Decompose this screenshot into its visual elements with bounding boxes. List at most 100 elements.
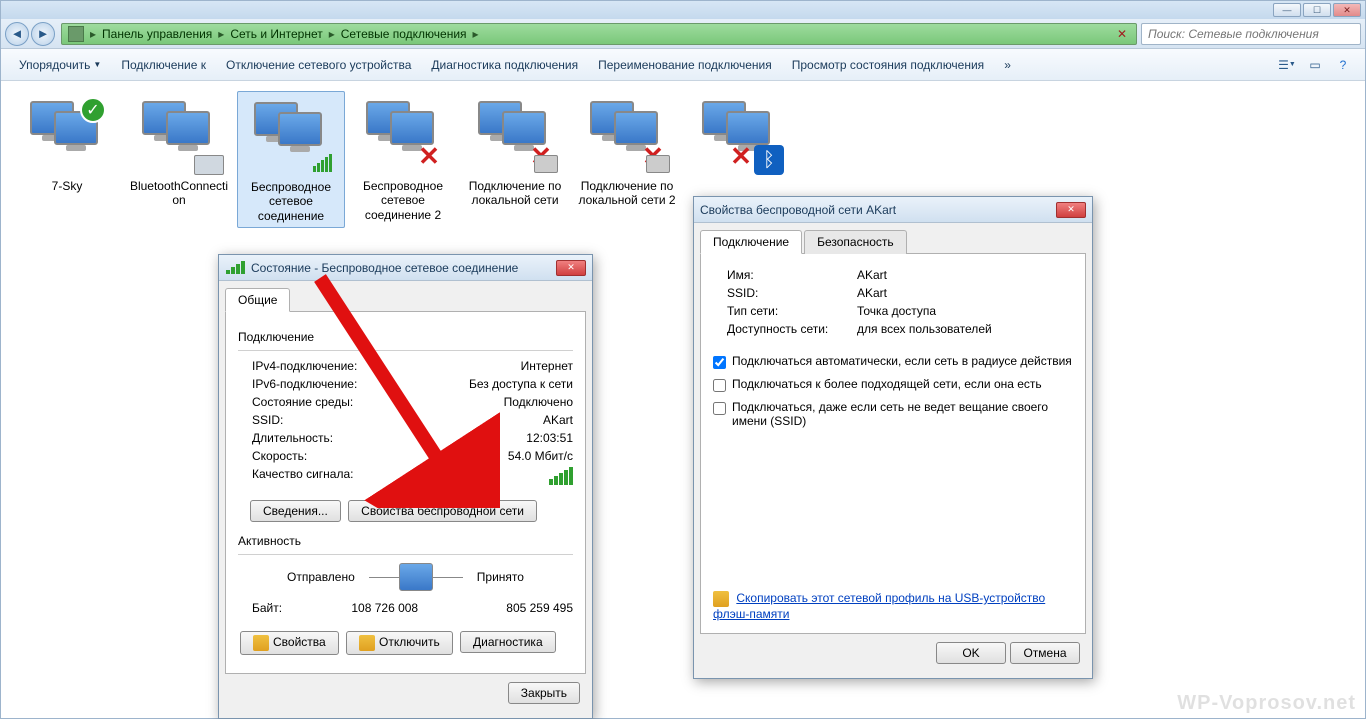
shield-icon <box>253 635 269 651</box>
tab-general[interactable]: Общие <box>225 288 290 312</box>
chevron-right-icon: ▸ <box>471 27 481 41</box>
connection-item-lan[interactable]: ✕ Подключение по локальной сети <box>461 91 569 212</box>
connect-auto-checkbox[interactable] <box>713 356 726 369</box>
copy-profile-link[interactable]: Скопировать этот сетевой профиль на USB-… <box>713 591 1045 621</box>
connection-icon: ✕ <box>470 95 560 175</box>
breadcrumb-item[interactable]: Сетевые подключения <box>337 27 471 41</box>
diagnose-button[interactable]: Диагностика подключения <box>421 54 588 76</box>
tab-connection[interactable]: Подключение <box>700 230 802 254</box>
ipv4-label: IPv4-подключение: <box>252 359 392 373</box>
connect-to-button[interactable]: Подключение к <box>111 54 216 76</box>
close-dialog-button[interactable]: Закрыть <box>508 682 580 704</box>
connection-item-lan2[interactable]: ✕ Подключение по локальной сети 2 <box>573 91 681 212</box>
name-value: AKart <box>857 268 1073 282</box>
folder-icon <box>68 26 84 42</box>
view-status-button[interactable]: Просмотр состояния подключения <box>782 54 994 76</box>
ssid-label: SSID: <box>252 413 392 427</box>
connection-item-wireless2[interactable]: ✕ Беспроводное сетевое соединение 2 <box>349 91 457 226</box>
sent-label: Отправлено <box>273 570 369 584</box>
connection-label: Беспроводное сетевое соединение <box>240 180 342 223</box>
rename-button[interactable]: Переименование подключения <box>588 54 782 76</box>
tab-strip: Общие <box>225 287 586 312</box>
connection-label: 7-Sky <box>15 179 119 193</box>
connection-icon: ✕ <box>358 95 448 175</box>
maximize-button[interactable]: ☐ <box>1303 3 1331 17</box>
connect-auto-label: Подключаться автоматически, если сеть в … <box>732 354 1072 368</box>
network-type-label: Тип сети: <box>727 304 857 318</box>
window-titlebar: — ☐ ✕ <box>1 1 1365 19</box>
network-type-value: Точка доступа <box>857 304 1073 318</box>
close-button[interactable]: ✕ <box>1333 3 1361 17</box>
connect-preferred-checkbox[interactable] <box>713 379 726 392</box>
activity-diagram: Отправлено Принято <box>238 563 573 591</box>
clear-address-icon[interactable]: ✕ <box>1114 26 1130 42</box>
cancel-button[interactable]: Отмена <box>1010 642 1080 664</box>
back-button[interactable]: ◄ <box>5 22 29 46</box>
speed-label: Скорость: <box>252 449 392 463</box>
navigation-bar: ◄ ► ▸ Панель управления ▸ Сеть и Интерне… <box>1 19 1365 49</box>
connection-label: BluetoothConnection <box>127 179 231 208</box>
section-label: Подключение <box>238 330 573 344</box>
duration-label: Длительность: <box>252 431 392 445</box>
section-label: Активность <box>238 534 573 548</box>
minimize-button[interactable]: — <box>1273 3 1301 17</box>
ethernet-plug-icon <box>534 155 558 173</box>
disable-device-button[interactable]: Отключение сетевого устройства <box>216 54 421 76</box>
address-bar[interactable]: ▸ Панель управления ▸ Сеть и Интернет ▸ … <box>61 23 1137 45</box>
connection-label: Беспроводное сетевое соединение 2 <box>351 179 455 222</box>
breadcrumb-item[interactable]: Панель управления <box>98 27 216 41</box>
bytes-sent-value: 108 726 008 <box>322 601 448 615</box>
dialog-close-button[interactable]: ✕ <box>1056 202 1086 218</box>
connect-preferred-label: Подключаться к более подходящей сети, ес… <box>732 377 1042 391</box>
ssid-label: SSID: <box>727 286 857 300</box>
connect-hidden-checkbox[interactable] <box>713 402 726 415</box>
preview-pane-icon[interactable]: ▭ <box>1304 54 1326 76</box>
forward-button[interactable]: ► <box>31 22 55 46</box>
tab-security[interactable]: Безопасность <box>804 230 907 254</box>
breadcrumb-item[interactable]: Сеть и Интернет <box>226 27 326 41</box>
tab-strip: Подключение Безопасность <box>700 229 1086 254</box>
dialog-titlebar[interactable]: Состояние - Беспроводное сетевое соедине… <box>219 255 592 281</box>
search-box[interactable] <box>1141 23 1361 45</box>
signal-quality-value <box>392 467 573 488</box>
help-icon[interactable]: ? <box>1332 54 1354 76</box>
status-dialog: Состояние - Беспроводное сетевое соедине… <box>218 254 593 719</box>
details-button[interactable]: Сведения... <box>250 500 341 522</box>
signal-icon <box>225 261 245 274</box>
more-commands[interactable]: » <box>994 54 1021 76</box>
received-label: Принято <box>463 570 538 584</box>
dialog-close-button[interactable]: ✕ <box>556 260 586 276</box>
connections-list: ✓ 7-Sky BluetoothConnection Беспроводное… <box>1 81 1365 718</box>
connection-item-bt-net[interactable]: ✕ ᛒ <box>685 91 793 183</box>
ssid-value: AKart <box>392 413 573 427</box>
dialog-title: Состояние - Беспроводное сетевое соедине… <box>225 261 556 275</box>
search-input[interactable] <box>1148 27 1354 41</box>
speed-value: 54.0 Мбит/с <box>392 449 573 463</box>
dialog-titlebar[interactable]: Свойства беспроводной сети AKart ✕ <box>694 197 1092 223</box>
dialog-title: Свойства беспроводной сети AKart <box>700 203 1056 217</box>
diagnose-button[interactable]: Диагностика <box>460 631 556 653</box>
wireless-properties-button[interactable]: Свойства беспроводной сети <box>348 500 537 522</box>
activity-monitor-icon <box>399 563 433 591</box>
ok-button[interactable]: OK <box>936 642 1006 664</box>
connection-icon: ✕ ᛒ <box>694 95 784 175</box>
bytes-label: Байт: <box>252 601 322 615</box>
wireless-properties-dialog: Свойства беспроводной сети AKart ✕ Подкл… <box>693 196 1093 679</box>
organize-menu[interactable]: Упорядочить▼ <box>9 54 111 76</box>
connection-item-wireless[interactable]: Беспроводное сетевое соединение <box>237 91 345 228</box>
properties-button[interactable]: Свойства <box>240 631 339 655</box>
signal-quality-label: Качество сигнала: <box>252 467 392 488</box>
bytes-received-value: 805 259 495 <box>448 601 574 615</box>
tab-panel-general: Подключение IPv4-подключение:Интернет IP… <box>225 312 586 674</box>
connection-item-7sky[interactable]: ✓ 7-Sky <box>13 91 121 197</box>
disable-button[interactable]: Отключить <box>346 631 453 655</box>
command-toolbar: Упорядочить▼ Подключение к Отключение се… <box>1 49 1365 81</box>
view-options-icon[interactable]: ☰▼ <box>1276 54 1298 76</box>
connection-item-bluetooth[interactable]: BluetoothConnection <box>125 91 233 212</box>
signal-bars-icon <box>548 467 573 485</box>
connection-label: Подключение по локальной сети 2 <box>575 179 679 208</box>
ethernet-plug-icon <box>646 155 670 173</box>
disabled-cross-icon: ✕ <box>416 143 442 169</box>
shield-icon <box>713 591 729 607</box>
availability-value: для всех пользователей <box>857 322 1073 336</box>
